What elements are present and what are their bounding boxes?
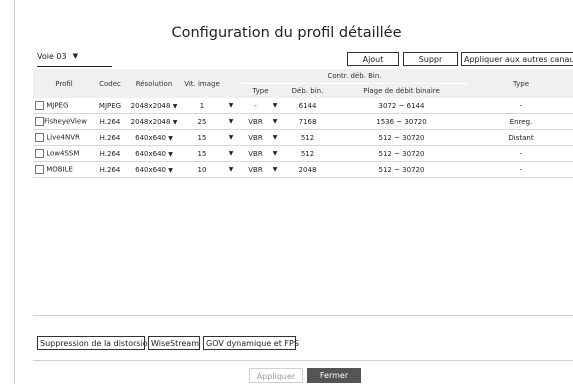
codec-cell: MJPEG <box>95 98 125 114</box>
profile-name: MJPEG <box>46 101 69 110</box>
type2-cell: - <box>468 145 573 162</box>
table-row: Live4NVR H.264 640x640 ▼ 15 ▼ VBR ▼ 512 … <box>33 129 573 146</box>
caret-down-icon[interactable]: ▼ <box>270 161 280 178</box>
caret-down-icon[interactable]: ▼ <box>221 129 241 146</box>
framerate-cell[interactable]: 1 <box>183 98 221 114</box>
type2-cell: Enreg. <box>468 113 573 130</box>
divider <box>33 360 573 361</box>
caret-down-icon: ▼ <box>72 52 79 60</box>
divider <box>33 315 573 316</box>
table-row: Low4SSM H.264 640x640 ▼ 15 ▼ VBR ▼ 512 5… <box>33 145 573 162</box>
checkbox-icon[interactable] <box>35 149 44 158</box>
table-row: MOBILE H.264 640x640 ▼ 10 ▼ VBR ▼ 2048 5… <box>33 161 573 178</box>
header-framerate: Vit. image <box>183 69 221 98</box>
profile-table: Profil Codec Résolution Vit. image Contr… <box>33 69 573 178</box>
bitrate-cell[interactable]: 512 <box>280 129 335 146</box>
dynamic-gov-fps-button[interactable]: GOV dynamique et FPS <box>203 336 299 350</box>
table-row: MJPEG MJPEG 2048x2048 ▼ 1 ▼ - ▼ 6144 307… <box>33 98 573 114</box>
framerate-cell[interactable]: 25 <box>183 113 221 130</box>
caret-down-icon[interactable]: ▼ <box>221 98 241 114</box>
resolution-cell[interactable]: 2048x2048 ▼ <box>125 98 183 114</box>
caret-down-icon: ▼ <box>172 102 178 110</box>
resolution-cell[interactable]: 640x640 ▼ <box>125 145 183 162</box>
checkbox-icon[interactable] <box>35 165 44 174</box>
apply-to-other-channels-button[interactable]: Appliquer aux autres canaux <box>461 52 573 66</box>
profile-name: Low4SSM <box>46 149 80 158</box>
caret-down-icon: ▼ <box>168 166 173 174</box>
apply-button[interactable]: Appliquer <box>249 368 303 383</box>
dewarp-button[interactable]: Suppression de la distorsion <box>37 336 153 350</box>
type2-cell: - <box>468 161 573 178</box>
caret-down-icon[interactable]: ▼ <box>221 113 241 130</box>
header-profile: Profil <box>33 69 95 98</box>
type2-cell: - <box>468 98 573 114</box>
bitrate-type-cell[interactable]: VBR <box>241 129 270 146</box>
bitrate-type-cell[interactable]: - <box>241 98 270 114</box>
header-type: Type <box>241 83 280 98</box>
bitrate-range-cell: 512 ~ 30720 <box>335 129 468 146</box>
table-row: FisheyeView H.264 2048x2048 ▼ 25 ▼ VBR ▼… <box>33 113 573 130</box>
channel-value: Voie 03 <box>37 52 67 61</box>
close-button[interactable]: Fermer <box>307 368 361 383</box>
bitrate-type-cell[interactable]: VBR <box>241 161 270 178</box>
bitrate-cell[interactable]: 2048 <box>280 161 335 178</box>
codec-cell: H.264 <box>95 129 125 146</box>
caret-down-icon: ▼ <box>168 134 173 142</box>
checkbox-icon[interactable] <box>35 101 44 110</box>
framerate-cell[interactable]: 15 <box>183 145 221 162</box>
bitrate-cell[interactable]: 512 <box>280 145 335 162</box>
codec-cell: H.264 <box>95 113 125 130</box>
codec-cell: H.264 <box>95 161 125 178</box>
caret-down-icon[interactable]: ▼ <box>221 161 241 178</box>
header-codec: Codec <box>95 69 125 98</box>
header-type2: Type <box>468 69 573 98</box>
delete-button[interactable]: Suppr <box>403 52 458 66</box>
profile-name: MOBILE <box>46 165 73 174</box>
wisestream-button[interactable]: WiseStream <box>148 336 200 350</box>
checkbox-icon[interactable] <box>35 133 44 142</box>
resolution-cell[interactable]: 640x640 ▼ <box>125 161 183 178</box>
bitrate-range-cell: 3072 ~ 6144 <box>335 98 468 114</box>
framerate-cell[interactable]: 15 <box>183 129 221 146</box>
resolution-cell[interactable]: 640x640 ▼ <box>125 129 183 146</box>
bitrate-cell[interactable]: 6144 <box>280 98 335 114</box>
caret-down-icon[interactable]: ▼ <box>270 145 280 162</box>
codec-cell: H.264 <box>95 145 125 162</box>
caret-down-icon[interactable]: ▼ <box>270 98 280 114</box>
header-bitrate: Déb. bin. <box>280 83 335 98</box>
bitrate-range-cell: 512 ~ 30720 <box>335 161 468 178</box>
checkbox-icon[interactable] <box>35 117 44 126</box>
profile-name: Live4NVR <box>46 133 80 142</box>
type2-cell: Distant <box>468 129 573 146</box>
resolution-cell[interactable]: 2048x2048 ▼ <box>125 113 183 130</box>
caret-down-icon[interactable]: ▼ <box>221 145 241 162</box>
header-bitrate-control: Contr. déb. Bin. <box>241 69 468 84</box>
bitrate-range-cell: 1536 ~ 30720 <box>335 113 468 130</box>
header-bitrate-range: Plage de débit binaire <box>335 83 468 98</box>
bitrate-type-cell[interactable]: VBR <box>241 145 270 162</box>
bitrate-type-cell[interactable]: VBR <box>241 113 270 130</box>
dialog-title: Configuration du profil détaillée <box>171 25 402 41</box>
channel-select[interactable]: Voie 03 ▼ <box>37 52 112 67</box>
caret-down-icon: ▼ <box>168 150 173 158</box>
bitrate-range-cell: 512 ~ 30720 <box>335 145 468 162</box>
bitrate-cell[interactable]: 7168 <box>280 113 335 130</box>
header-resolution: Résolution <box>125 69 183 98</box>
caret-down-icon: ▼ <box>172 118 178 126</box>
caret-down-icon[interactable]: ▼ <box>270 113 280 130</box>
caret-down-icon[interactable]: ▼ <box>270 129 280 146</box>
profile-name: FisheyeView <box>44 117 87 126</box>
framerate-cell[interactable]: 10 <box>183 161 221 178</box>
add-button[interactable]: Ajout <box>347 52 399 66</box>
